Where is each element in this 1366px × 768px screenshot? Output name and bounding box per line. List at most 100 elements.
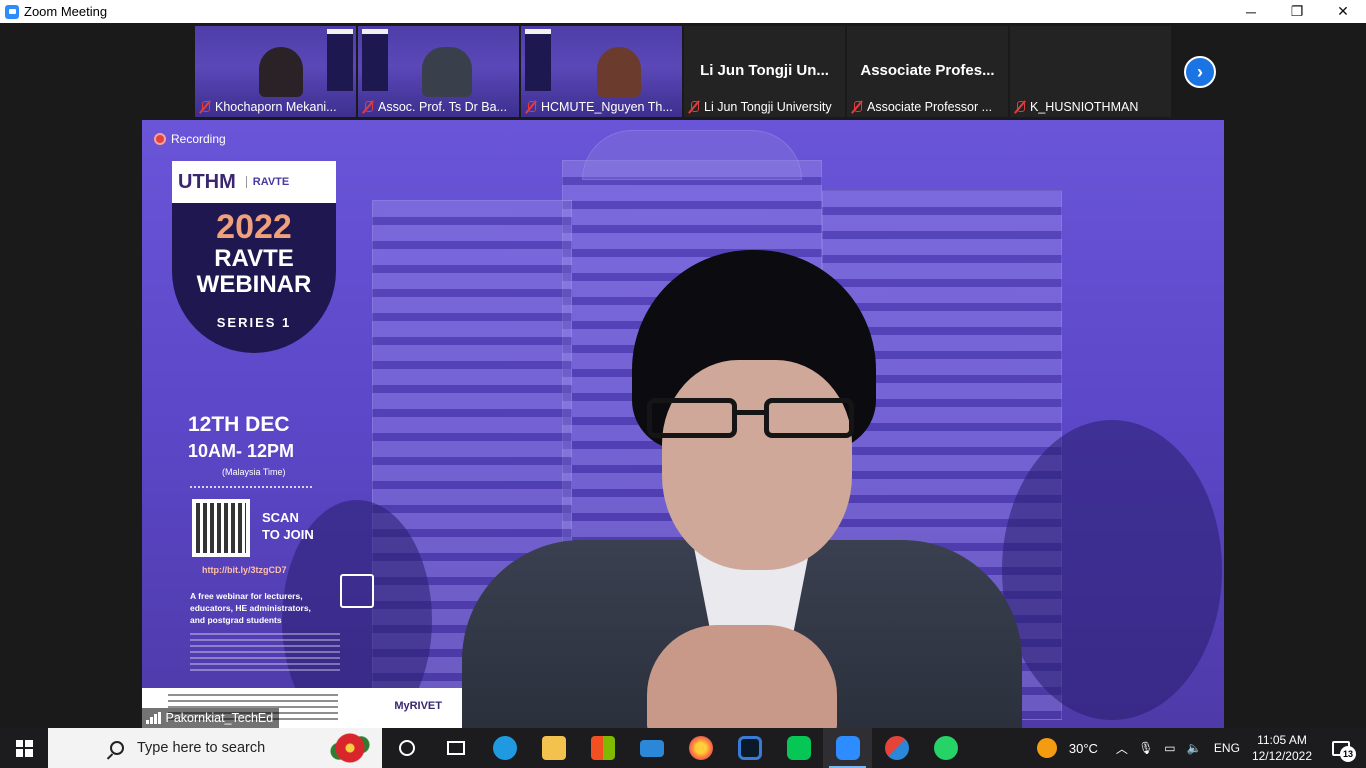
firefox-button[interactable] bbox=[676, 728, 725, 768]
webex-icon bbox=[737, 736, 762, 760]
participant-strip: Khochaporn Mekani... Assoc. Prof. Ts Dr … bbox=[195, 26, 1171, 117]
whatsapp-icon bbox=[933, 736, 958, 760]
window-title-bar: Zoom Meeting ─ ❐ ✕ bbox=[0, 0, 1366, 23]
glasses-icon bbox=[764, 398, 854, 438]
microsoft-store-button[interactable] bbox=[578, 728, 627, 768]
speaker-face bbox=[662, 360, 852, 570]
search-placeholder: Type here to search bbox=[137, 740, 266, 756]
mail-button[interactable] bbox=[627, 728, 676, 768]
poster-scan-text: SCAN TO JOIN bbox=[262, 509, 314, 543]
participant-name: Assoc. Prof. Ts Dr Ba... bbox=[378, 100, 507, 114]
cortana-icon bbox=[398, 740, 415, 756]
battery-icon[interactable]: ▭ bbox=[1158, 728, 1182, 768]
next-page-button[interactable]: › bbox=[1184, 56, 1216, 88]
participant-video bbox=[259, 47, 303, 97]
participant-name-row: Khochaporn Mekani... bbox=[199, 97, 337, 117]
participant-tile[interactable]: HCMUTE_Nguyen Th... bbox=[521, 26, 682, 117]
task-view-button[interactable] bbox=[431, 728, 480, 768]
participant-name: Li Jun Tongji University bbox=[704, 100, 832, 114]
participant-tile[interactable]: Associate Profes... Associate Professor … bbox=[847, 26, 1008, 117]
clock-time: 11:05 AM bbox=[1257, 733, 1307, 747]
poster-title-line2: WEBINAR bbox=[196, 271, 312, 298]
mic-muted-icon bbox=[851, 100, 863, 114]
participant-tile[interactable]: Khochaporn Mekani... bbox=[195, 26, 356, 117]
system-tray: 30°C ︿ 🎙 ▭ 🔈 ENG 11:05 AM 12/12/2022 13 bbox=[1036, 728, 1366, 768]
webex-button[interactable] bbox=[725, 728, 774, 768]
participant-name: HCMUTE_Nguyen Th... bbox=[541, 100, 673, 114]
participant-video bbox=[597, 47, 641, 97]
search-icon bbox=[110, 741, 124, 755]
poster-thumbnail bbox=[362, 29, 388, 91]
scan-line-1: SCAN bbox=[262, 510, 299, 525]
uthm-logo: UTHM bbox=[178, 170, 236, 193]
participant-tile[interactable]: Assoc. Prof. Ts Dr Ba... bbox=[358, 26, 519, 117]
microphone-icon[interactable]: 🎙 bbox=[1134, 728, 1158, 768]
line-button[interactable] bbox=[774, 728, 823, 768]
speaker-name-tag: Pakornkiat_TechEd bbox=[142, 708, 280, 728]
myrivet-logo: MyRIVET bbox=[394, 700, 442, 712]
recording-indicator[interactable]: Recording bbox=[154, 132, 226, 146]
zoom-button[interactable] bbox=[823, 728, 872, 768]
participant-video bbox=[422, 47, 472, 97]
participant-name-row: K_HUSNIOTHMAN bbox=[1014, 97, 1138, 117]
window-title: Zoom Meeting bbox=[24, 4, 108, 19]
participant-display-name: Associate Profes... bbox=[860, 62, 995, 79]
participant-display-name: Li Jun Tongji Un... bbox=[700, 62, 829, 79]
ravte-logo: RAVTE bbox=[245, 176, 289, 188]
taskbar-search-box[interactable]: Type here to search bbox=[48, 728, 382, 768]
poster-fine-print bbox=[190, 633, 340, 671]
weather-widget[interactable]: 30°C bbox=[1036, 738, 1098, 758]
file-explorer-icon bbox=[541, 736, 566, 760]
mic-muted-icon bbox=[199, 100, 211, 114]
file-explorer-button[interactable] bbox=[529, 728, 578, 768]
poster-description: A free webinar for lecturers, educators,… bbox=[190, 591, 311, 625]
whatsapp-button[interactable] bbox=[921, 728, 970, 768]
speaker-hands bbox=[647, 625, 837, 728]
recording-label: Recording bbox=[171, 132, 226, 146]
restore-button[interactable]: ❐ bbox=[1274, 0, 1320, 23]
notification-center-button[interactable]: 13 bbox=[1326, 728, 1356, 768]
window-controls: ─ ❐ ✕ bbox=[1228, 0, 1366, 23]
snipping-tool-button[interactable] bbox=[872, 728, 921, 768]
poster-date: 12TH DEC bbox=[188, 413, 290, 436]
zoom-app-icon bbox=[5, 4, 19, 19]
task-view-icon bbox=[446, 741, 465, 755]
poster-logos: UTHM RAVTE bbox=[172, 161, 336, 203]
mic-muted-icon bbox=[688, 100, 700, 114]
participant-tile[interactable]: Li Jun Tongji Un... Li Jun Tongji Univer… bbox=[684, 26, 845, 117]
participant-name: Associate Professor ... bbox=[867, 100, 993, 114]
poster-timezone: (Malaysia Time) bbox=[222, 467, 286, 477]
line-icon bbox=[786, 736, 811, 760]
webinar-poster: UTHM RAVTE 2022 RAVTE WEBINAR SERIES 1 1… bbox=[142, 156, 462, 728]
recording-icon bbox=[154, 133, 166, 145]
language-indicator[interactable]: ENG bbox=[1214, 741, 1240, 755]
notification-count: 13 bbox=[1340, 746, 1356, 762]
qr-code-icon bbox=[192, 499, 250, 557]
firefox-icon bbox=[688, 736, 713, 760]
start-button[interactable] bbox=[0, 728, 48, 768]
minimize-button[interactable]: ─ bbox=[1228, 0, 1274, 23]
poster-title-line1: RAVTE bbox=[214, 245, 294, 272]
mic-muted-icon bbox=[525, 100, 537, 114]
active-speaker-video[interactable]: UTHM RAVTE 2022 RAVTE WEBINAR SERIES 1 1… bbox=[142, 120, 1224, 728]
zoom-icon bbox=[835, 736, 860, 760]
glasses-bridge bbox=[736, 410, 766, 415]
sun-icon bbox=[1036, 738, 1057, 758]
volume-icon[interactable]: 🔈 bbox=[1182, 728, 1206, 768]
poster-year: 2022 bbox=[216, 208, 292, 246]
microsoft-store-icon bbox=[590, 736, 615, 760]
chevron-right-icon: › bbox=[1197, 61, 1203, 82]
participant-name-row: Assoc. Prof. Ts Dr Ba... bbox=[362, 97, 507, 117]
taskbar-clock[interactable]: 11:05 AM 12/12/2022 bbox=[1252, 732, 1312, 764]
close-button[interactable]: ✕ bbox=[1320, 0, 1366, 23]
cortana-button[interactable] bbox=[382, 728, 431, 768]
signal-strength-icon bbox=[146, 712, 161, 724]
windows-taskbar: Type here to search 30°C ︿ 🎙 ▭ 🔈 ENG 11:… bbox=[0, 728, 1366, 768]
edge-button[interactable] bbox=[480, 728, 529, 768]
chevron-up-icon[interactable]: ︿ bbox=[1110, 728, 1134, 768]
participant-name: K_HUSNIOTHMAN bbox=[1030, 100, 1139, 114]
speaker-name: Pakornkiat_TechEd bbox=[165, 711, 274, 725]
poinsettia-icon bbox=[328, 732, 372, 764]
participant-tile[interactable]: K_HUSNIOTHMAN bbox=[1010, 26, 1171, 117]
poster-divider bbox=[190, 486, 312, 488]
